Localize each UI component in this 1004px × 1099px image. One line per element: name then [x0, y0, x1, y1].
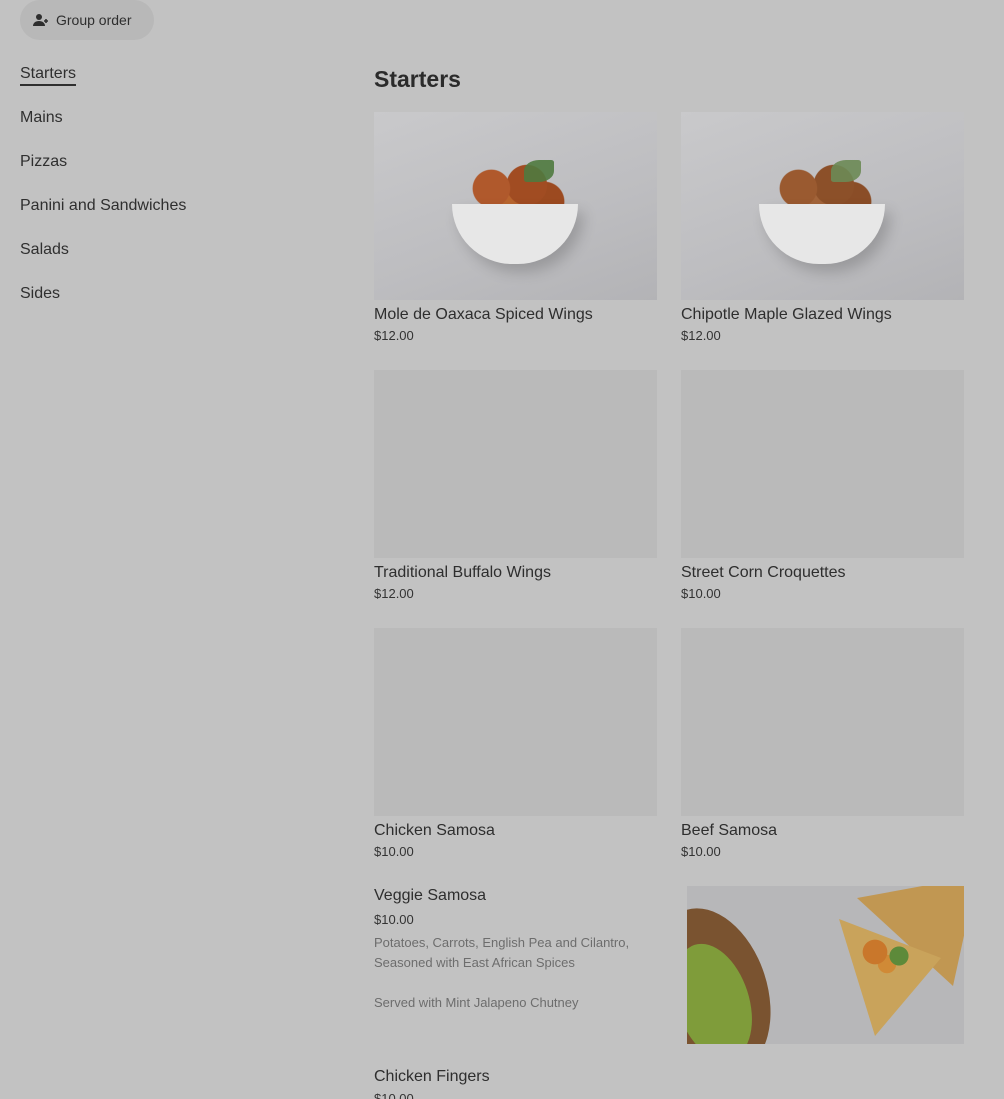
item-photo-placeholder — [374, 628, 657, 816]
item-description: Potatoes, Carrots, English Pea and Cilan… — [374, 935, 630, 1010]
group-order-button[interactable]: Group order — [20, 0, 154, 40]
menu-item-card[interactable]: Beef Samosa $10.00 — [681, 628, 964, 859]
item-name: Beef Samosa — [681, 822, 778, 839]
featured-menu-item[interactable]: Veggie Samosa $10.00 Potatoes, Carrots, … — [374, 886, 964, 1044]
item-name: Traditional Buffalo Wings — [374, 564, 551, 581]
section-title: Starters — [374, 66, 461, 92]
group-order-label: Group order — [56, 12, 132, 28]
item-price: $12.00 — [681, 328, 721, 343]
menu-item-card[interactable]: Traditional Buffalo Wings $12.00 — [374, 370, 657, 601]
menu-item-card[interactable]: Chicken Samosa $10.00 — [374, 628, 657, 859]
item-photo-placeholder — [681, 370, 964, 558]
menu-item-card[interactable]: Chipotle Maple Glazed Wings $12.00 — [681, 112, 964, 343]
item-price: $10.00 — [374, 1091, 414, 1099]
sidebar-item-mains[interactable]: Mains — [20, 106, 320, 150]
item-photo — [374, 112, 657, 300]
item-name: Street Corn Croquettes — [681, 564, 846, 581]
item-photo — [687, 886, 964, 1044]
sidebar-item-label: Panini and Sandwiches — [20, 197, 187, 214]
sidebar-item-pizzas[interactable]: Pizzas — [20, 150, 320, 194]
item-photo-placeholder — [681, 628, 964, 816]
item-name: Chicken Fingers — [374, 1068, 490, 1085]
item-name: Chicken Samosa — [374, 822, 495, 839]
item-photo-placeholder — [374, 370, 657, 558]
item-name: Mole de Oaxaca Spiced Wings — [374, 306, 593, 323]
item-price: $12.00 — [374, 328, 414, 343]
sidebar-item-label: Salads — [20, 241, 69, 258]
menu-item-card[interactable]: Chicken Fingers $10.00 — [374, 1067, 490, 1099]
item-price: $12.00 — [374, 586, 414, 601]
item-name: Chipotle Maple Glazed Wings — [681, 306, 892, 323]
sidebar-item-sides[interactable]: Sides — [20, 282, 320, 326]
sidebar-item-panini-and-sandwiches[interactable]: Panini and Sandwiches — [20, 194, 320, 238]
menu-item-card[interactable]: Mole de Oaxaca Spiced Wings $12.00 — [374, 112, 657, 343]
item-photo — [681, 112, 964, 300]
sidebar-item-starters[interactable]: Starters — [20, 62, 320, 106]
sidebar-item-label: Starters — [20, 65, 77, 86]
sidebar-item-label: Mains — [20, 109, 63, 126]
item-price: $10.00 — [681, 586, 721, 601]
category-sidebar: Starters Mains Pizzas Panini and Sandwic… — [20, 62, 320, 326]
sidebar-item-salads[interactable]: Salads — [20, 238, 320, 282]
menu-item-card[interactable]: Street Corn Croquettes $10.00 — [681, 370, 964, 601]
item-price: $10.00 — [681, 844, 721, 859]
sidebar-item-label: Sides — [20, 285, 61, 302]
add-person-icon — [33, 14, 48, 26]
sidebar-item-label: Pizzas — [20, 153, 68, 170]
item-price: $10.00 — [374, 844, 414, 859]
